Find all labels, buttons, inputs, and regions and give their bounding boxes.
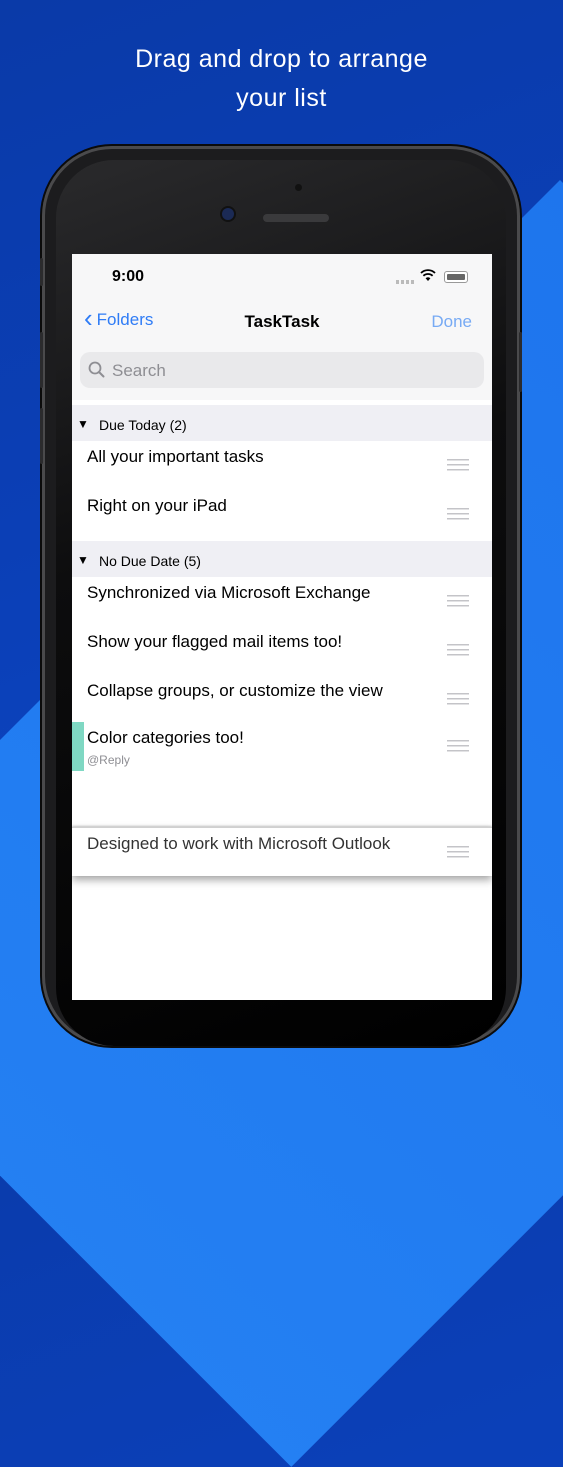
drag-handle-icon[interactable] — [447, 644, 469, 656]
earpiece-speaker — [263, 214, 329, 222]
drag-handle-icon[interactable] — [447, 693, 469, 705]
status-bar: 9:00 — [72, 254, 492, 300]
drag-handle-icon[interactable] — [447, 846, 469, 858]
app-screen: 9:00 ‹ Folders TaskTask Done ▼ Due Today… — [72, 254, 492, 1000]
section-header-no-due-date[interactable]: ▼ No Due Date (5) — [72, 541, 492, 577]
task-title: Designed to work with Microsoft Outlook — [87, 834, 391, 853]
list-item[interactable]: Collapse groups, or customize the view — [72, 675, 492, 724]
power-button — [519, 332, 522, 392]
search-icon — [88, 361, 105, 378]
headline-line-2: your list — [236, 84, 327, 112]
task-title: Right on your iPad — [87, 496, 227, 515]
task-title: All your important tasks — [87, 447, 264, 466]
navigation-bar: ‹ Folders TaskTask Done — [72, 300, 492, 345]
search-input[interactable] — [110, 352, 474, 390]
drag-handle-icon[interactable] — [447, 595, 469, 607]
drag-handle-icon[interactable] — [447, 459, 469, 471]
list-item[interactable]: Show your flagged mail items too! — [72, 626, 492, 675]
list-item[interactable]: Color categories too! @Reply — [72, 722, 492, 771]
section-label: No Due Date (5) — [99, 553, 201, 569]
battery-icon — [444, 271, 468, 283]
task-title: Collapse groups, or customize the view — [87, 681, 383, 700]
headline: Drag and drop to arrange your list — [0, 40, 563, 118]
list-item[interactable]: All your important tasks — [72, 441, 492, 490]
list-item[interactable]: Right on your iPad — [72, 490, 492, 539]
volume-down-button — [40, 408, 43, 464]
list-item[interactable]: Synchronized via Microsoft Exchange — [72, 577, 492, 626]
headline-line-1: Drag and drop to arrange — [135, 45, 428, 73]
section-header-due-today[interactable]: ▼ Due Today (2) — [72, 405, 492, 441]
front-camera-icon — [222, 208, 234, 220]
drag-handle-icon[interactable] — [447, 740, 469, 752]
drag-handle-icon[interactable] — [447, 508, 469, 520]
volume-up-button — [40, 332, 43, 388]
collapse-triangle-icon: ▼ — [77, 553, 89, 567]
section-label: Due Today (2) — [99, 417, 187, 433]
task-subtitle: @Reply — [87, 753, 130, 767]
search-bar — [72, 344, 492, 400]
category-color-bar — [72, 722, 84, 771]
mute-switch — [40, 258, 43, 286]
cellular-signal-icon — [396, 280, 414, 284]
done-button[interactable]: Done — [431, 312, 472, 332]
task-title: Synchronized via Microsoft Exchange — [87, 583, 371, 602]
task-title: Show your flagged mail items too! — [87, 632, 343, 651]
status-time: 9:00 — [112, 268, 145, 285]
search-field-container[interactable] — [80, 352, 484, 390]
wifi-icon — [420, 269, 436, 281]
page-title: TaskTask — [244, 312, 320, 331]
task-title: Color categories too! — [87, 728, 244, 747]
dragged-list-item[interactable]: Designed to work with Microsoft Outlook — [72, 827, 492, 876]
proximity-sensor — [295, 184, 302, 191]
collapse-triangle-icon: ▼ — [77, 417, 89, 431]
